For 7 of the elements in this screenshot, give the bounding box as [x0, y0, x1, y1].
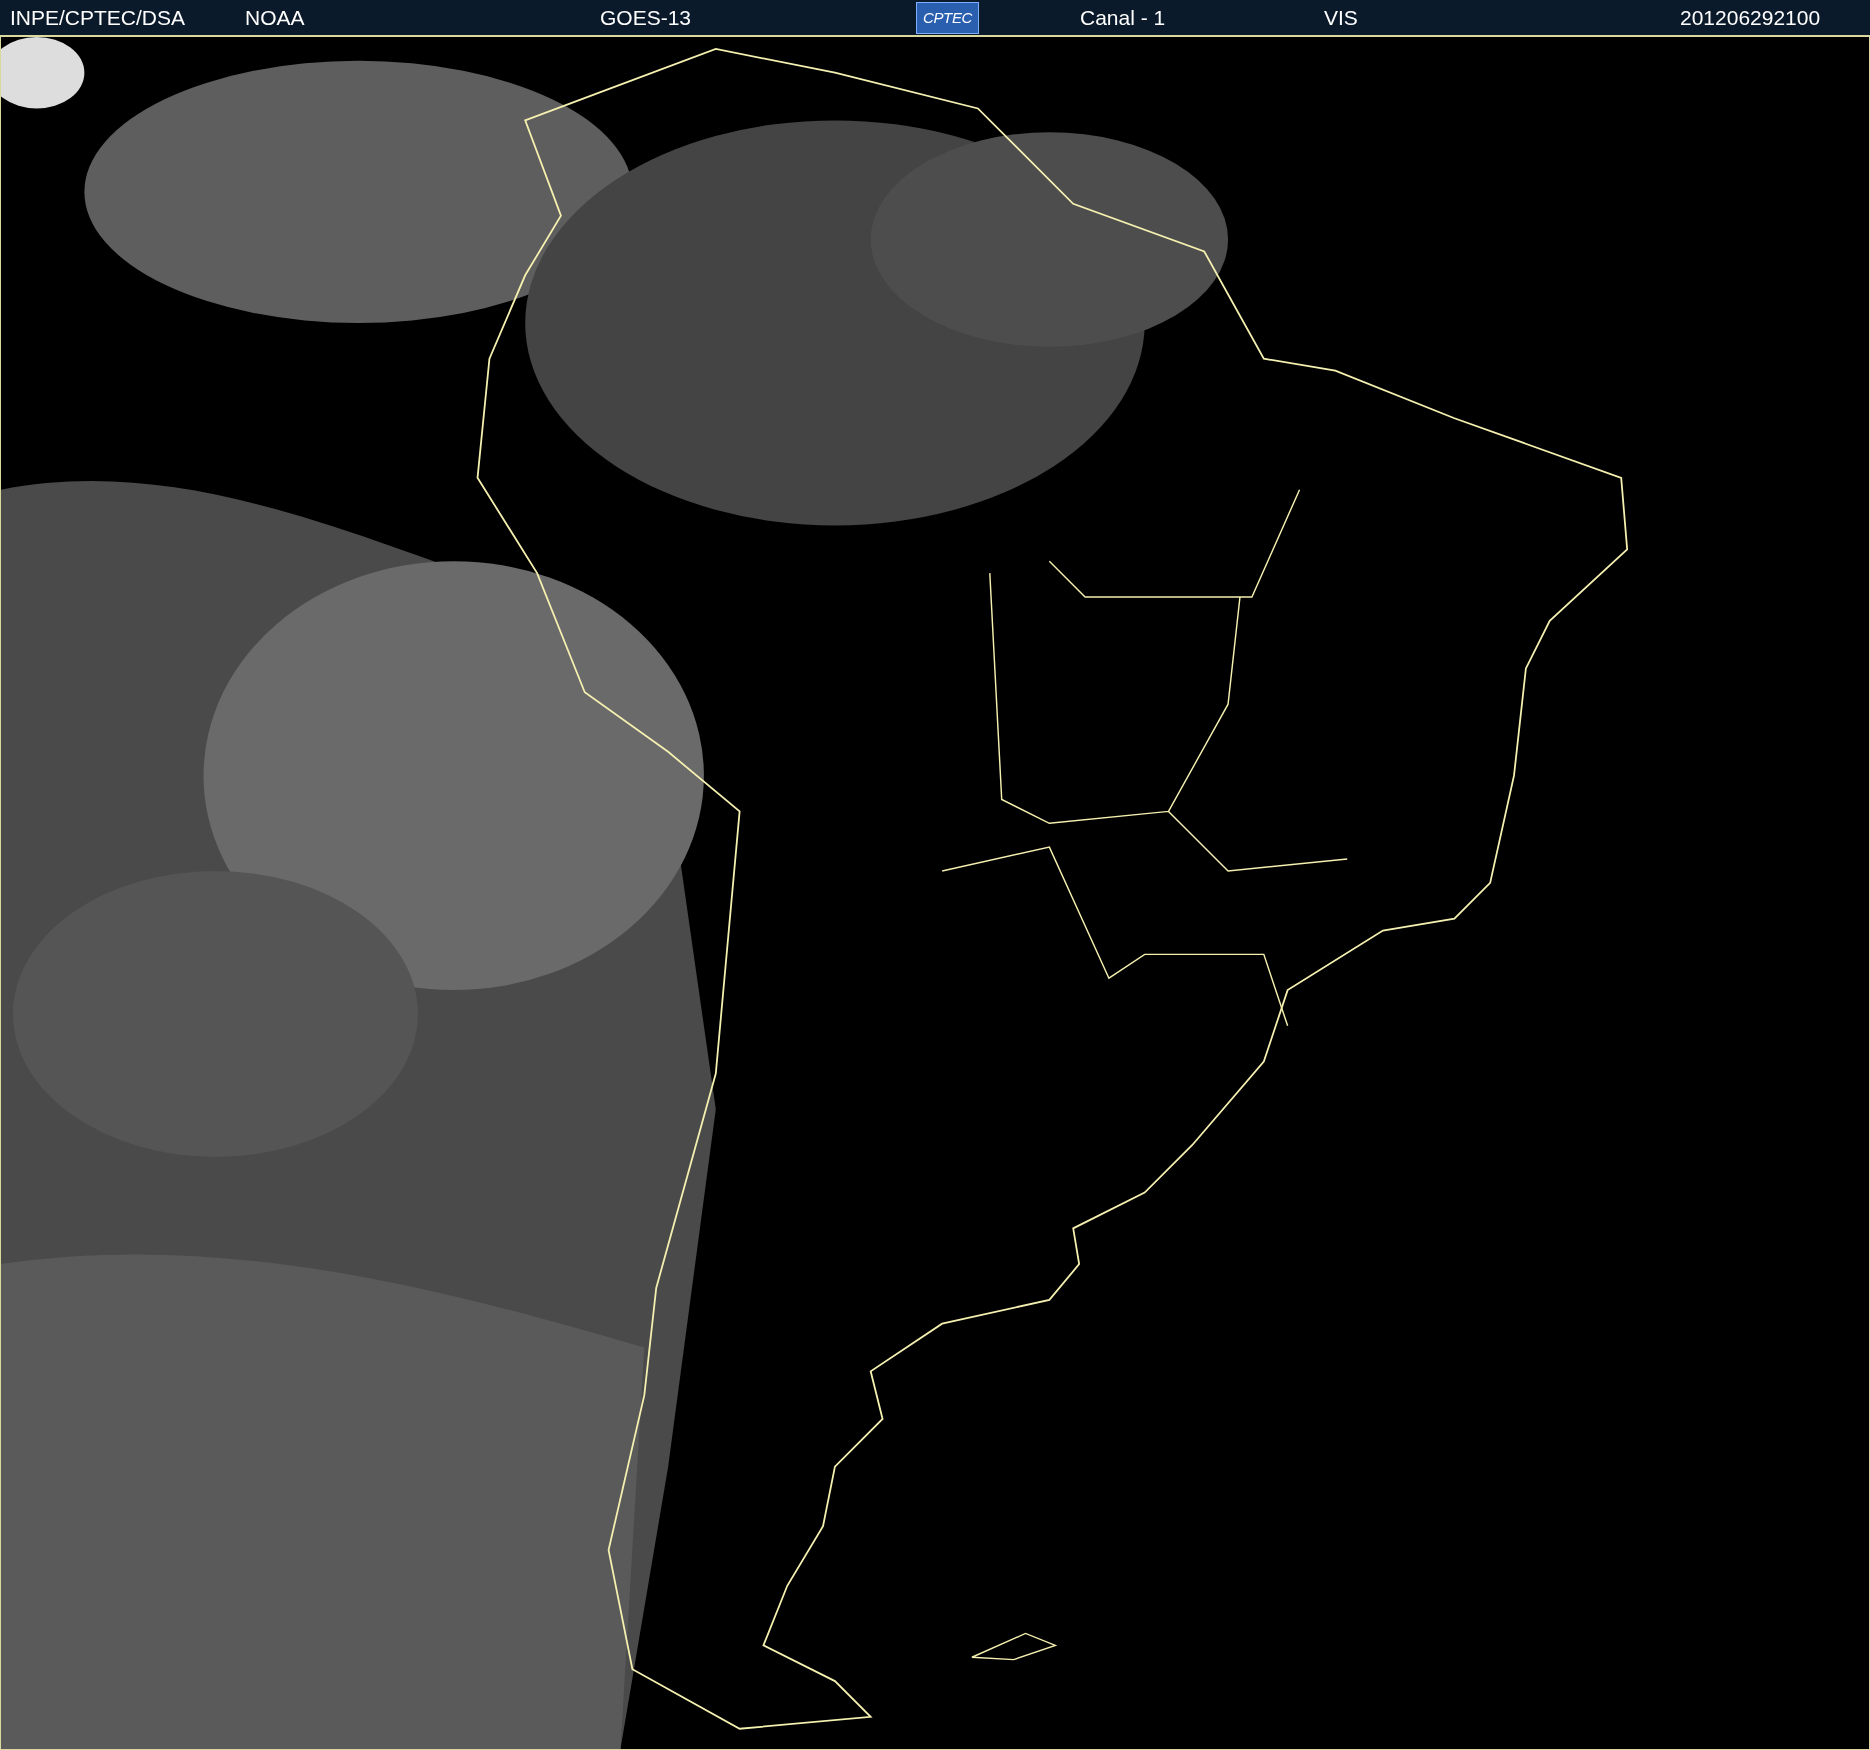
header-label: Canal - 1 — [1080, 4, 1166, 31]
header-label: NOAA — [245, 4, 305, 31]
header-label: GOES-13 — [600, 4, 692, 31]
logo: CPTEC — [916, 1, 979, 34]
header-label: INPE/CPTEC/DSA — [10, 4, 186, 31]
header-label: VIS — [1324, 4, 1358, 31]
header-label: 201206292100 — [1680, 4, 1821, 31]
